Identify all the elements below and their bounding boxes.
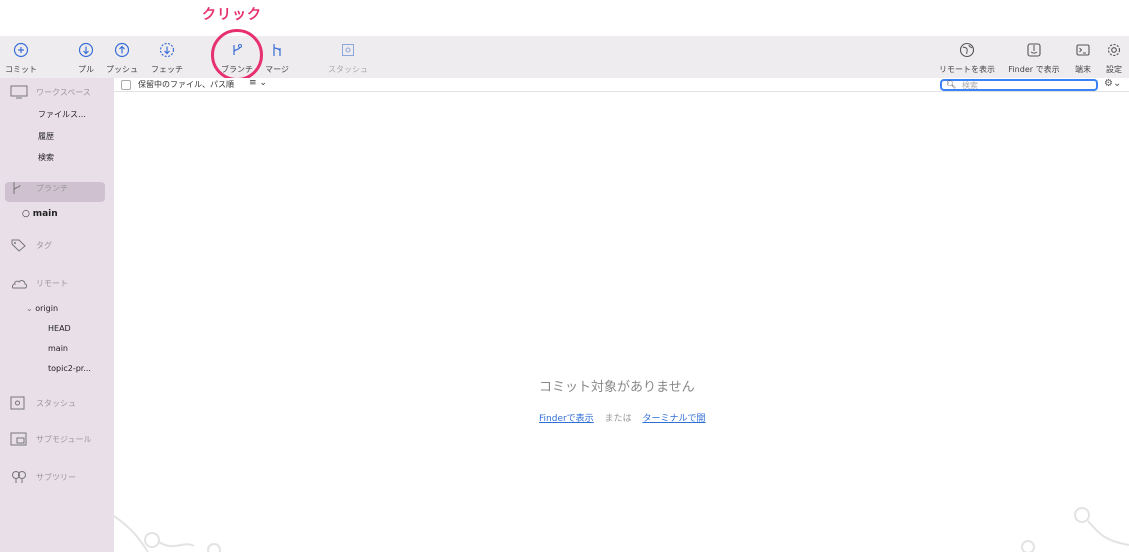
action-gear-icon[interactable]: ⚙⌄ (1104, 78, 1121, 89)
push-label: プッシュ (106, 65, 138, 74)
remotes-header: リモート (36, 278, 68, 288)
fetch-label: フェッチ (151, 65, 183, 74)
sidebar-item-origin[interactable]: ⌄ origin (26, 304, 58, 313)
sidebar-item-remote-head[interactable]: HEAD (48, 324, 71, 333)
branch-decoration-right (1021, 507, 1129, 552)
settings-button[interactable]: 設定 (1102, 36, 1126, 78)
show-remote-button[interactable]: リモートを表示 (938, 36, 996, 78)
pull-icon (78, 39, 94, 61)
terminal-button[interactable]: 端末 (1070, 36, 1096, 78)
sidebar-section-subtrees[interactable]: サブツリー (10, 470, 76, 484)
stash-icon (340, 39, 356, 61)
pull-button[interactable]: プル (72, 36, 100, 78)
terminal-icon (1075, 39, 1091, 61)
push-button[interactable]: プッシュ (106, 36, 138, 78)
or-text: または (604, 414, 632, 424)
open-in-terminal-link[interactable]: ターミナルで開 (642, 414, 705, 424)
search-placeholder: 検索 (962, 81, 978, 90)
submodule-icon (10, 432, 30, 446)
sidebar-item-history[interactable]: 履歴 (38, 131, 54, 142)
sidebar-item-remote-main[interactable]: main (48, 344, 68, 353)
sidebar-section-remotes[interactable]: リモート (10, 276, 68, 290)
merge-label: マージ (265, 65, 289, 74)
cloud-icon (10, 276, 30, 290)
branch-decoration-left (114, 515, 221, 552)
tags-header: タグ (36, 240, 52, 250)
empty-state-links: Finderで表示 または ターミナルで開 (539, 411, 705, 424)
sidebar-item-remote-topic2[interactable]: topic2-pr... (48, 364, 91, 373)
monitor-icon (10, 85, 30, 99)
current-branch-marker-icon: ○ (22, 209, 33, 219)
merge-button[interactable]: マージ (262, 36, 292, 78)
terminal-label: 端末 (1075, 65, 1091, 74)
workspace-header: ワークスペース (36, 87, 91, 97)
stash-button[interactable]: スタッシュ (326, 36, 370, 78)
globe-icon (959, 39, 975, 61)
branch-icon (10, 181, 30, 195)
sidebar-section-workspace[interactable]: ワークスペース (10, 85, 91, 99)
push-icon (114, 39, 130, 61)
show-remote-label: リモートを表示 (939, 65, 995, 74)
empty-state-message: コミット対象がありません (539, 380, 695, 395)
file-sort-label[interactable]: 保留中のファイル、パス順 (138, 79, 234, 90)
stash-header: スタッシュ (36, 398, 76, 408)
select-all-checkbox[interactable] (121, 80, 131, 90)
sidebar-item-branch-main[interactable]: ○ main (22, 209, 58, 219)
search-input[interactable]: 🔍︎ 検索 (940, 79, 1098, 91)
sidebar-item-search[interactable]: 検索 (38, 152, 54, 163)
branch-icon (229, 39, 245, 61)
plus-circle-icon (13, 39, 29, 61)
branches-header: ブランチ (36, 183, 68, 193)
show-finder-label: Finder で表示 (1008, 65, 1060, 74)
branch-label: ブランチ (221, 65, 253, 74)
subtrees-header: サブツリー (36, 472, 76, 482)
fetch-icon (159, 39, 175, 61)
sidebar-section-branches[interactable]: ブランチ (10, 181, 68, 195)
settings-label: 設定 (1106, 65, 1122, 74)
merge-icon (269, 39, 285, 61)
main-toolbar: コミット プル プッシュ フェッチ ブランチ マージ スタッシュ リモートを表示… (0, 36, 1129, 78)
pull-label: プル (78, 65, 94, 74)
tag-icon (10, 238, 30, 252)
show-in-finder-link[interactable]: Finderで表示 (539, 414, 594, 424)
sidebar: ワークスペース ファイルス… 履歴 検索 ブランチ ○ main タグ リモート… (0, 78, 114, 552)
subtree-icon (10, 470, 30, 484)
file-filter-bar: 保留中のファイル、パス順 ≡ ⌄ 🔍︎ 検索 ⚙⌄ (114, 78, 1129, 92)
click-annotation: クリック (202, 7, 262, 23)
chevron-down-icon: ⌄ (26, 304, 36, 313)
sidebar-section-tags[interactable]: タグ (10, 238, 52, 252)
magnifier-icon: 🔍︎ (946, 80, 957, 89)
sidebar-section-stash[interactable]: スタッシュ (10, 396, 76, 410)
sidebar-section-submodules[interactable]: サブモジュール (10, 432, 91, 446)
finder-icon (1026, 39, 1042, 61)
show-finder-button[interactable]: Finder で表示 (1006, 36, 1062, 78)
gear-icon (1106, 39, 1122, 61)
stash-icon (10, 396, 30, 410)
commit-label: コミット (5, 65, 37, 74)
sidebar-item-file-status[interactable]: ファイルス… (38, 109, 86, 120)
fetch-button[interactable]: フェッチ (150, 36, 184, 78)
branch-button[interactable]: ブランチ (220, 36, 254, 78)
list-options-icon[interactable]: ≡ ⌄ (249, 78, 267, 88)
stash-label: スタッシュ (328, 65, 368, 74)
submodules-header: サブモジュール (36, 434, 92, 444)
commit-button[interactable]: コミット (5, 36, 37, 78)
